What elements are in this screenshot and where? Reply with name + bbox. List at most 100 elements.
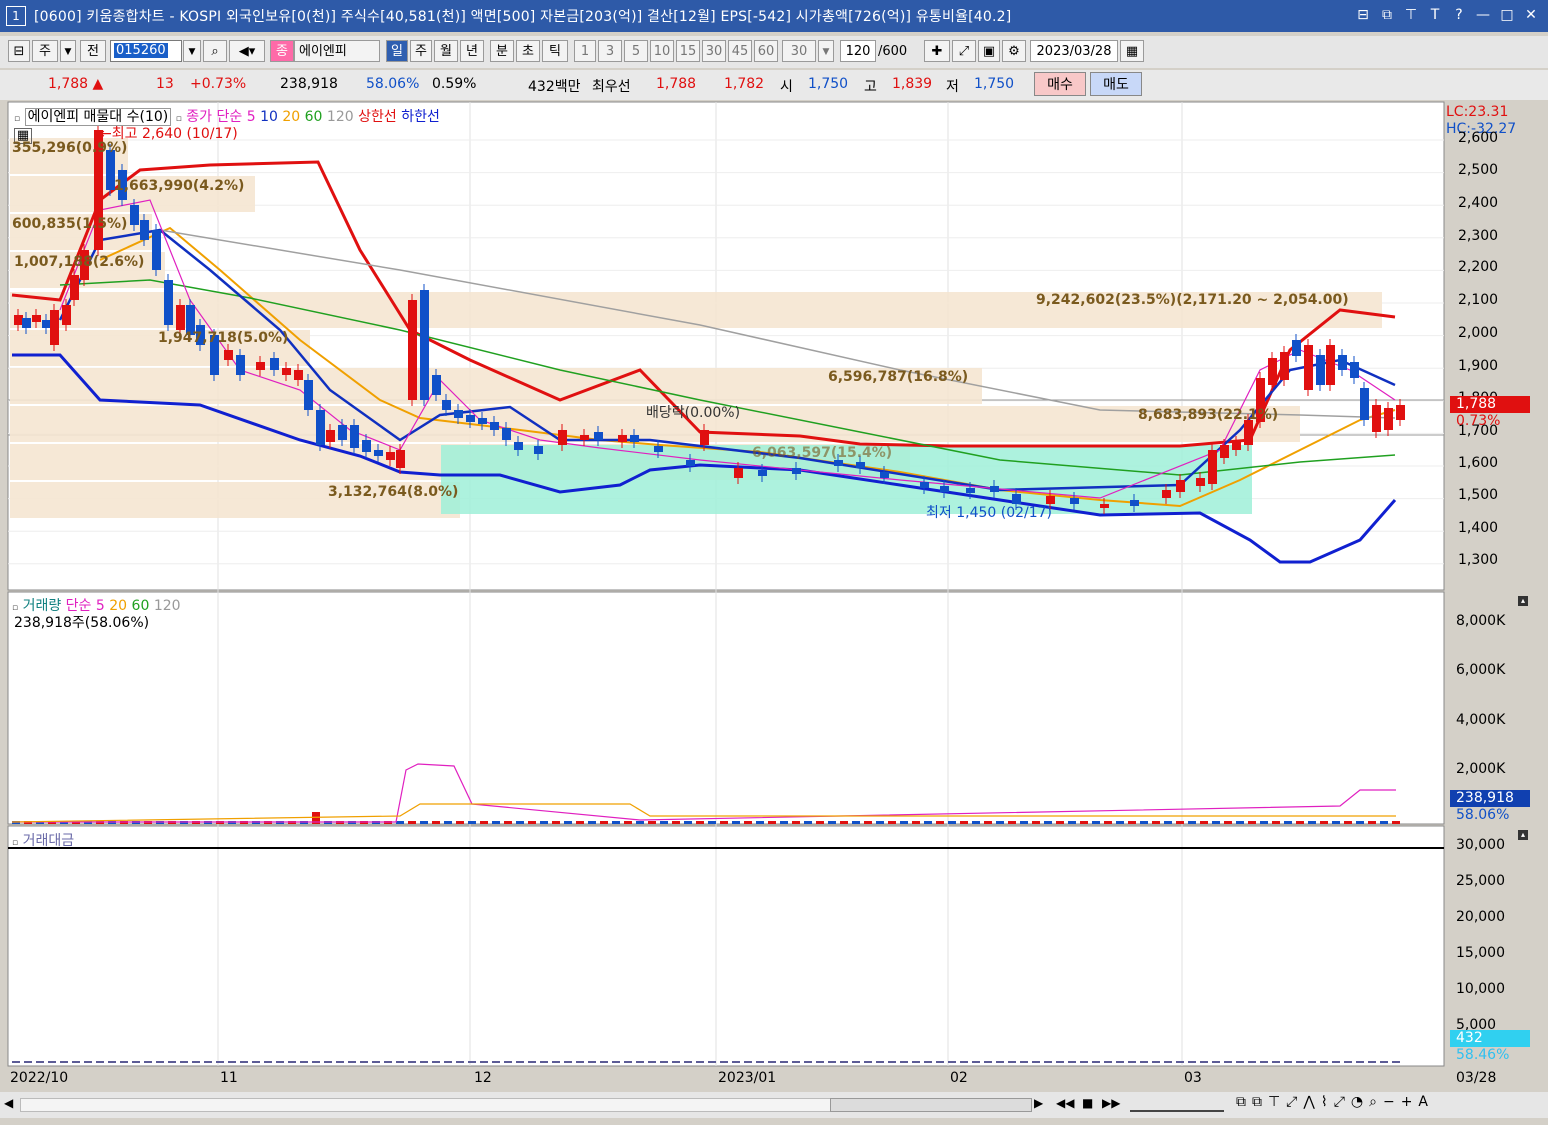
date-input[interactable]: 2023/03/28 xyxy=(1030,40,1118,62)
candle-body xyxy=(654,446,663,452)
range-select[interactable]: 전 xyxy=(80,40,106,62)
volume-bar xyxy=(1260,821,1268,824)
candle-body xyxy=(386,452,395,460)
interval-3[interactable]: 3 xyxy=(598,40,622,62)
zoom-slider[interactable] xyxy=(1130,1096,1224,1112)
amount-bar xyxy=(324,1061,332,1063)
search-icon[interactable]: ⌕ xyxy=(203,40,227,62)
current-pct-marker: 0.73% xyxy=(1456,413,1501,429)
lc-value: LC:23.31 xyxy=(1446,104,1509,120)
period-week[interactable]: 주 xyxy=(410,40,432,62)
market-type-select[interactable]: 주 xyxy=(32,40,58,62)
volume-bar xyxy=(528,821,536,824)
volume-bar xyxy=(432,821,440,824)
candle-body xyxy=(630,435,639,442)
amount-bar xyxy=(492,1061,500,1063)
volume-bar xyxy=(936,821,944,824)
y-tick: 2,000K xyxy=(1456,761,1506,777)
gear-icon[interactable]: ⚙ xyxy=(1002,40,1026,62)
legend-lower: 하한선 xyxy=(401,109,440,125)
chart-tools-icons[interactable]: ⧉⧉⊤⤢⋀⌇⤢◔⌕−+A xyxy=(1236,1094,1434,1110)
interval-1[interactable]: 1 xyxy=(574,40,596,62)
play-icon[interactable]: ▶ xyxy=(1034,1096,1043,1110)
chevron-down-icon[interactable]: ▼ xyxy=(818,40,834,62)
candle-body xyxy=(618,435,627,442)
volume-bar xyxy=(1044,821,1052,824)
legend-marker: ▫ xyxy=(12,838,19,848)
panel-close-icon[interactable]: ▴ xyxy=(1518,596,1528,606)
candle-body xyxy=(62,305,71,325)
count-input[interactable]: 120 xyxy=(840,40,876,62)
volume-bar xyxy=(804,821,812,824)
scroll-left-icon[interactable]: ◀ xyxy=(4,1096,13,1110)
maximize-icon[interactable]: □ xyxy=(1498,5,1516,25)
candle-body xyxy=(1220,445,1229,458)
buy-button[interactable]: 매수 xyxy=(1034,72,1086,96)
candle-body xyxy=(1208,450,1217,484)
amount-bar xyxy=(768,1061,776,1063)
chart-settings-icon[interactable]: ⊟ xyxy=(8,40,30,62)
candle-body xyxy=(374,450,383,456)
amount-bar xyxy=(1224,1061,1232,1063)
candle-body xyxy=(558,430,567,445)
amount-bar xyxy=(648,1061,656,1063)
candle-body xyxy=(338,425,347,440)
period-second[interactable]: 초 xyxy=(516,40,540,62)
interval-30[interactable]: 30 xyxy=(702,40,726,62)
interval-15[interactable]: 15 xyxy=(676,40,700,62)
interval-10[interactable]: 10 xyxy=(650,40,674,62)
amount-bar xyxy=(516,1061,524,1063)
crosshair-icon[interactable]: ✚ xyxy=(924,40,950,62)
volume-bar xyxy=(1164,821,1172,824)
period-year[interactable]: 년 xyxy=(460,40,484,62)
text-icon[interactable]: T xyxy=(1426,5,1444,25)
panel-close-icon[interactable]: ▴ xyxy=(1518,830,1528,840)
period-month[interactable]: 월 xyxy=(434,40,458,62)
amount-bar xyxy=(396,1061,404,1063)
y-tick: 2,600 xyxy=(1458,130,1499,146)
volume-ratio: 58.06% xyxy=(366,76,420,92)
volume-bar xyxy=(504,821,512,824)
volume-bar xyxy=(1380,821,1388,824)
volume-bar xyxy=(744,821,752,824)
stock-code-input[interactable]: 015260 xyxy=(110,40,182,62)
line-tool-icon[interactable]: ⤢ xyxy=(952,40,976,62)
help-icon[interactable]: ? xyxy=(1450,5,1468,25)
save-icon[interactable]: ▣ xyxy=(978,40,1000,62)
interval-60[interactable]: 60 xyxy=(754,40,778,62)
stock-chart[interactable] xyxy=(0,100,1540,1090)
period-day[interactable]: 일 xyxy=(386,40,408,62)
calendar-icon[interactable]: ▦ xyxy=(1120,40,1144,62)
chevron-down-icon[interactable]: ▼ xyxy=(60,40,76,62)
minimize-icon[interactable]: — xyxy=(1474,5,1492,25)
amount-bar xyxy=(456,1061,464,1063)
amount-bar xyxy=(1056,1061,1064,1063)
period-minute[interactable]: 분 xyxy=(490,40,514,62)
amount-bar xyxy=(1320,1061,1328,1063)
amount-bar xyxy=(1236,1061,1244,1063)
layout-icon[interactable]: ⊟ xyxy=(1354,5,1372,25)
candle-body xyxy=(1196,478,1205,486)
chevron-down-icon[interactable]: ▼ xyxy=(183,40,201,62)
period-tick[interactable]: 틱 xyxy=(542,40,568,62)
volume-bar xyxy=(564,821,572,824)
fast-forward-icon[interactable]: ▶▶ xyxy=(1102,1096,1120,1110)
rewind-icon[interactable]: ◀◀ xyxy=(1056,1096,1074,1110)
restore-window-icon[interactable]: ⧉ xyxy=(1378,5,1396,25)
sell-button[interactable]: 매도 xyxy=(1090,72,1142,96)
speaker-icon[interactable]: ◀▾ xyxy=(229,40,265,62)
scroll-thumb[interactable] xyxy=(830,1098,1032,1112)
y-tick: 2,200 xyxy=(1458,259,1499,275)
candle-body xyxy=(1350,362,1359,378)
interval-45[interactable]: 45 xyxy=(728,40,752,62)
low-price: 1,750 xyxy=(974,76,1015,92)
pin-icon[interactable]: ⊤ xyxy=(1402,5,1420,25)
close-icon[interactable]: ✕ xyxy=(1522,5,1540,25)
legend-ma5: 5 xyxy=(246,109,256,125)
volume-bar xyxy=(648,821,656,824)
interval-5[interactable]: 5 xyxy=(624,40,648,62)
candle-body xyxy=(50,310,59,345)
candle-body xyxy=(396,450,405,468)
stop-icon[interactable]: ■ xyxy=(1082,1096,1093,1110)
interval-input[interactable]: 30 xyxy=(782,40,816,62)
